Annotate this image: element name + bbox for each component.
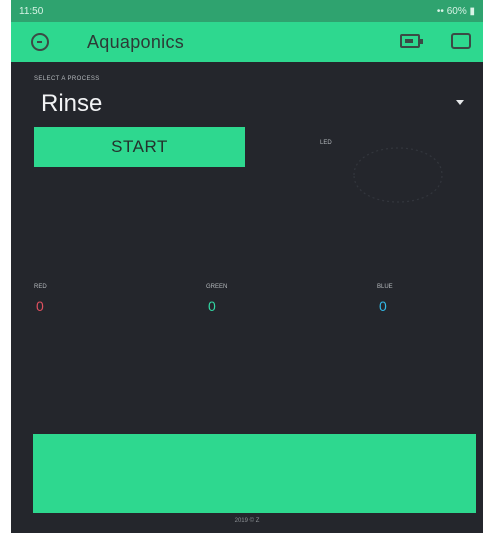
status-icons: •• 60% ▮	[436, 5, 475, 17]
app-bar: Aquaponics	[11, 22, 483, 62]
device-window-icon[interactable]	[451, 33, 471, 49]
red-value: 0	[36, 298, 44, 314]
process-select[interactable]: Rinse	[41, 90, 102, 118]
process-label: SELECT A PROCESS	[34, 76, 100, 82]
led-label: LED	[320, 140, 332, 146]
back-icon[interactable]	[31, 33, 49, 51]
blue-value: 0	[379, 298, 387, 314]
start-button[interactable]: START	[34, 127, 245, 167]
bottom-action-button[interactable]	[33, 434, 476, 513]
led-indicator	[353, 147, 443, 203]
status-bar: 11:50 •• 60% ▮	[11, 0, 483, 22]
app-screen: 11:50 •• 60% ▮ Aquaponics SELECT A PROCE…	[11, 0, 483, 533]
app-title: Aquaponics	[87, 31, 185, 52]
footer-text: 2019 © Z	[234, 518, 260, 524]
blue-label: BLUE	[377, 284, 393, 290]
red-label: RED	[34, 284, 47, 290]
green-label: GREEN	[206, 284, 228, 290]
status-time: 11:50	[19, 5, 44, 17]
device-battery-icon[interactable]	[400, 34, 423, 48]
green-value: 0	[208, 298, 216, 314]
dropdown-arrow-icon[interactable]	[456, 100, 464, 105]
